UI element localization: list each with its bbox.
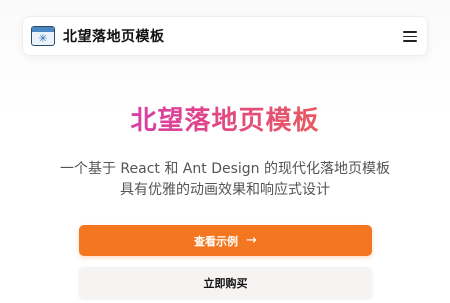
hero-subtitle-line-2: 具有优雅的动画效果和响应式设计 bbox=[120, 182, 330, 198]
view-examples-label: 查看示例 bbox=[194, 234, 239, 248]
hero-subtitle-line-1: 一个基于 React 和 Ant Design 的现代化落地页模板 bbox=[59, 161, 390, 177]
hamburger-menu-icon[interactable] bbox=[401, 29, 419, 43]
arrow-right-icon: → bbox=[246, 233, 257, 248]
menu-line bbox=[403, 40, 417, 42]
view-examples-button[interactable]: 查看示例 → bbox=[79, 225, 372, 256]
menu-line bbox=[403, 35, 417, 38]
menu-line bbox=[403, 31, 417, 33]
buy-now-label: 立即购买 bbox=[203, 276, 248, 290]
landing-page: ✳ 北望落地页模板 北望落地页模板 一个基于 React 和 Ant Desig… bbox=[0, 0, 450, 303]
logo-star-glyph: ✳ bbox=[38, 32, 48, 45]
hero-title: 北望落地页模板 bbox=[0, 100, 450, 137]
browser-window-icon[interactable]: ✳ bbox=[31, 26, 55, 46]
navbar: ✳ 北望落地页模板 bbox=[22, 16, 428, 56]
brand-name[interactable]: 北望落地页模板 bbox=[63, 26, 165, 46]
buy-now-button[interactable]: 立即购买 bbox=[79, 267, 372, 298]
